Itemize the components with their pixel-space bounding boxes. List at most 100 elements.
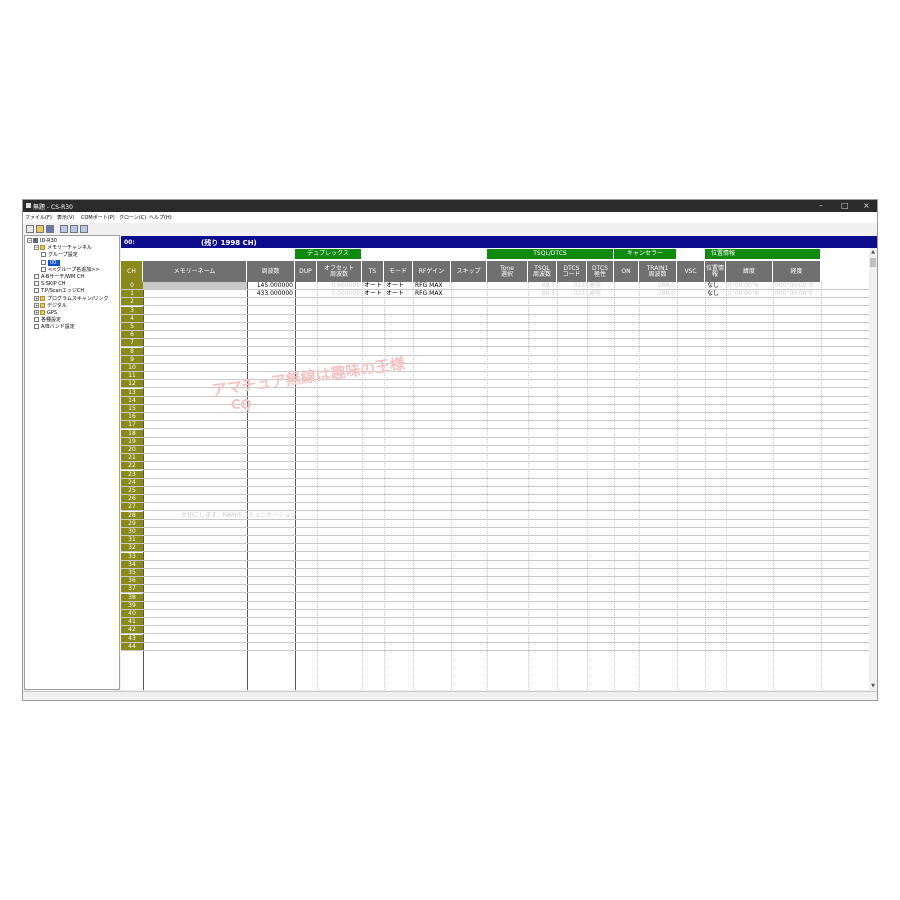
tree-item[interactable]: A/Bバンド設定 [34, 324, 75, 331]
expand-icon[interactable]: + [34, 302, 39, 308]
column-header-dtcs-polarity[interactable]: DTCS 極性 [587, 261, 614, 282]
channel-number[interactable]: 41 [121, 618, 143, 626]
channel-number[interactable]: 27 [121, 503, 143, 511]
channel-number[interactable]: 44 [121, 642, 143, 650]
cell-offset-frequency[interactable]: 5.000000 [319, 290, 360, 297]
minimize-button[interactable]: – [819, 201, 823, 210]
cell-dtcs-polarity[interactable]: 通常 [589, 290, 612, 297]
channel-row[interactable]: 31 [121, 536, 869, 545]
channel-number[interactable]: 28 [121, 511, 143, 519]
channel-row[interactable]: 8 [121, 347, 869, 356]
cell-offset-frequency[interactable]: 0.600000 [319, 282, 360, 289]
channel-row[interactable]: 7 [121, 339, 869, 348]
cell-frequency[interactable]: 433.000000 [249, 290, 293, 297]
tree-item[interactable]: グループ設定 [41, 252, 78, 259]
cell-ts[interactable]: オート [364, 290, 382, 297]
menu-file[interactable]: ファイル(F) [25, 214, 52, 221]
channel-number[interactable]: 40 [121, 610, 143, 617]
maximize-button[interactable]: □ [841, 201, 849, 210]
channel-number[interactable]: 14 [121, 396, 143, 404]
expand-icon[interactable]: + [34, 310, 39, 315]
clone-write-icon[interactable] [70, 225, 78, 233]
column-header-offset-frequency[interactable]: オフセット 周波数 [317, 261, 362, 282]
tree-item[interactable]: + デジタル [34, 302, 67, 310]
column-header-tsql-frequency[interactable]: TSQL 周波数 [528, 261, 557, 282]
cell-dtcs-polarity[interactable]: 通常 [589, 282, 612, 289]
channel-row[interactable]: 42 [121, 626, 869, 635]
column-header-rf-gain[interactable]: RFゲイン [413, 261, 451, 282]
channel-number[interactable]: 36 [121, 577, 143, 585]
channel-row[interactable]: 35 [121, 569, 869, 577]
close-button[interactable]: × [863, 201, 870, 210]
channel-number[interactable]: 29 [121, 519, 143, 527]
channel-row[interactable]: 41 [121, 618, 869, 627]
tree-item[interactable]: <<グループ名追加>> [41, 266, 99, 274]
channel-row[interactable]: 16 [121, 413, 869, 422]
column-header-memory-name[interactable]: メモリーネーム [143, 261, 247, 282]
channel-row[interactable]: 20 [121, 446, 869, 454]
cell-latitude[interactable]: 0°00'00"N [728, 290, 771, 297]
channel-number[interactable]: 43 [121, 634, 143, 642]
channel-number[interactable]: 20 [121, 446, 143, 453]
cell-rf-gain[interactable]: RFG MAX [415, 290, 449, 297]
channel-number[interactable]: 7 [121, 339, 143, 347]
channel-row[interactable]: 9 [121, 355, 869, 364]
channel-number[interactable]: 5 [121, 323, 143, 330]
channel-row[interactable]: 5 [121, 323, 869, 331]
tree-item[interactable]: 00: [41, 259, 61, 267]
column-header-mode[interactable]: モード [384, 261, 413, 282]
channel-row[interactable]: 6 [121, 331, 869, 340]
column-header-tone-select[interactable]: Tone 選択 [487, 261, 528, 282]
cell-mode[interactable]: オート [386, 282, 411, 289]
channel-number[interactable]: 22 [121, 462, 143, 470]
column-header-canceller-on[interactable]: ON [614, 261, 639, 282]
column-header-ch[interactable]: CH [121, 261, 143, 282]
channel-number[interactable]: 32 [121, 544, 143, 552]
channel-row[interactable]: 17 [121, 421, 869, 430]
tree-item[interactable]: − ID-R30 [27, 238, 57, 245]
channel-row[interactable]: 22 [121, 462, 869, 471]
channel-number[interactable]: 24 [121, 478, 143, 486]
menu-view[interactable]: 表示(V) [57, 214, 74, 221]
channel-row[interactable]: 23 [121, 470, 869, 479]
clone-write-all-icon[interactable] [80, 225, 88, 233]
column-header-vsc[interactable]: VSC [677, 261, 705, 282]
column-header-longitude[interactable]: 経度 [773, 261, 821, 282]
channel-row[interactable]: 44 [121, 642, 869, 651]
cell-longitude[interactable]: 000°00'00"E [775, 282, 819, 289]
channel-row[interactable]: 1 433.000000 5.000000 オート オート RFG MAX 88.5 023 通… [121, 290, 869, 299]
tree-item[interactable]: T.P/ScanエッジCH [34, 288, 84, 295]
channel-row[interactable]: 21 [121, 454, 869, 463]
channel-number[interactable]: 13 [121, 388, 143, 396]
cell-train-frequency[interactable]: 288.0 [641, 282, 675, 289]
channel-number[interactable]: 17 [121, 421, 143, 429]
channel-number[interactable]: 18 [121, 429, 143, 437]
scroll-up-icon[interactable]: ▲ [869, 248, 877, 256]
channel-row[interactable]: 10 [121, 364, 869, 372]
collapse-icon[interactable]: − [27, 238, 32, 243]
channel-row[interactable]: 36 [121, 577, 869, 586]
collapse-icon[interactable]: − [34, 245, 39, 251]
channel-row[interactable]: 4 [121, 314, 869, 323]
column-header-dup[interactable]: DUP [295, 261, 317, 282]
cell-position-info[interactable]: なし [707, 290, 724, 297]
channel-number[interactable]: 0 [121, 282, 143, 289]
vertical-scrollbar[interactable]: ▲ ▼ [869, 248, 877, 690]
channel-number[interactable]: 34 [121, 560, 143, 568]
save-icon[interactable] [46, 225, 54, 233]
channel-number[interactable]: 9 [121, 355, 143, 363]
channel-row[interactable]: 32 [121, 544, 869, 553]
column-header-dtcs-code[interactable]: DTCS コード [557, 261, 587, 282]
expand-icon[interactable]: + [34, 295, 39, 301]
cell-frequency[interactable]: 145.000000 [249, 282, 293, 289]
cell-train-frequency[interactable]: 288.0 [641, 290, 675, 297]
column-header-skip[interactable]: スキップ [451, 261, 487, 282]
channel-number[interactable]: 42 [121, 626, 143, 634]
cell-mode[interactable]: オート [386, 290, 411, 297]
column-header-ts[interactable]: TS [362, 261, 384, 282]
channel-number[interactable]: 3 [121, 306, 143, 314]
channel-row[interactable]: 29 [121, 519, 869, 528]
cell-position-info[interactable]: なし [707, 282, 724, 289]
channel-row[interactable]: 3 [121, 306, 869, 315]
column-header-latitude[interactable]: 緯度 [726, 261, 773, 282]
